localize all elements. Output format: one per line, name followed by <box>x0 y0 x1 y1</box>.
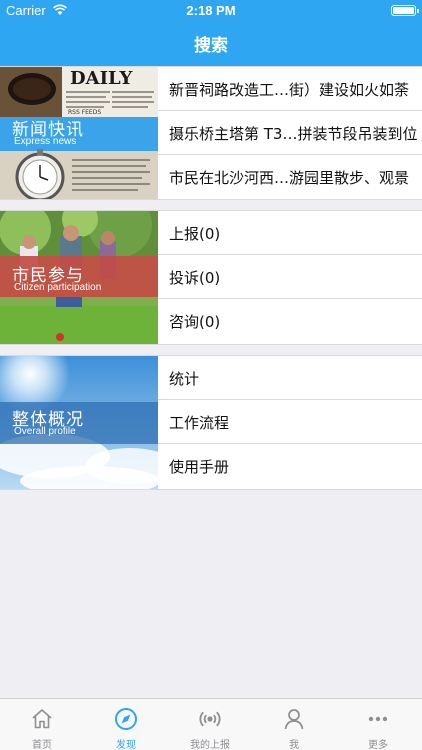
tab-more[interactable]: 更多 <box>336 699 420 750</box>
news-section-subtitle: Express news <box>14 136 77 147</box>
tab-my-reports[interactable]: 我的上报 <box>168 699 252 750</box>
navigation-header: Carrier 2:18 PM 搜索 <box>0 0 422 66</box>
tab-bar: 首页 发现 我的上报 我 更多 <box>0 698 422 750</box>
tab-home[interactable]: 首页 <box>0 699 84 750</box>
statistics-item-label: 统计 <box>169 370 200 388</box>
tab-my-reports-label: 我的上报 <box>190 740 230 750</box>
compass-icon <box>115 708 137 730</box>
report-item-label: 上报(0) <box>169 225 221 243</box>
complaint-item[interactable]: 投诉(0) <box>158 255 422 299</box>
overview-section: 整体概况 Overall profile 统计 工作流程 使用手册 <box>0 355 422 490</box>
overview-section-subtitle: Overall profile <box>14 426 76 437</box>
overview-image: 整体概况 Overall profile <box>0 356 158 489</box>
page-title: 搜索 <box>194 36 228 56</box>
svg-text:DAILY: DAILY <box>70 68 134 89</box>
workflow-item-label: 工作流程 <box>169 414 230 432</box>
tab-home-label: 首页 <box>32 740 52 750</box>
clock-label: 2:18 PM <box>186 3 236 18</box>
consult-item-label: 咨询(0) <box>169 313 221 331</box>
report-item[interactable]: 上报(0) <box>158 211 422 255</box>
citizen-section: 市民参与 Citizen participation 上报(0) 投诉(0) 咨… <box>0 210 422 345</box>
news-item[interactable]: 摄乐桥主塔第 T3…拼装节段吊装到位 <box>158 111 422 155</box>
tab-discover-label: 发现 <box>116 740 136 750</box>
citizen-banner: 市民参与 Citizen participation <box>0 260 158 298</box>
tab-me-label: 我 <box>289 740 299 750</box>
overview-banner: 整体概况 Overall profile <box>0 404 158 442</box>
broadcast-icon <box>199 711 221 727</box>
more-icon <box>368 716 388 722</box>
person-icon <box>284 709 304 730</box>
consult-item[interactable]: 咨询(0) <box>158 299 422 343</box>
news-banner: 新闻快讯 Express news <box>0 114 158 152</box>
manual-item[interactable]: 使用手册 <box>158 444 422 488</box>
news-section: DAILY RSS FEEDS 新闻快讯 Express news 新晋祠路改造… <box>0 66 422 200</box>
tab-more-label: 更多 <box>368 740 388 750</box>
citizen-image: 市民参与 Citizen participation <box>0 211 158 344</box>
statistics-item[interactable]: 统计 <box>158 356 422 400</box>
news-item-label: 摄乐桥主塔第 T3…拼装节段吊装到位 <box>169 125 418 143</box>
citizen-section-subtitle: Citizen participation <box>14 282 102 293</box>
battery-icon <box>391 5 419 16</box>
manual-item-label: 使用手册 <box>169 458 230 476</box>
news-item-label: 新晋祠路改造工…街）建设如火如荼 <box>169 81 410 99</box>
news-item[interactable]: 市民在北沙河西…游园里散步、观景 <box>158 155 422 199</box>
home-icon <box>32 709 52 729</box>
tab-discover[interactable]: 发现 <box>84 699 168 750</box>
news-item-label: 市民在北沙河西…游园里散步、观景 <box>169 169 410 187</box>
status-bar: Carrier 2:18 PM <box>0 0 422 22</box>
complaint-item-label: 投诉(0) <box>169 269 221 287</box>
tab-me[interactable]: 我 <box>252 699 336 750</box>
news-item[interactable]: 新晋祠路改造工…街）建设如火如荼 <box>158 67 422 111</box>
workflow-item[interactable]: 工作流程 <box>158 400 422 444</box>
news-image: DAILY RSS FEEDS 新闻快讯 Express news <box>0 67 158 199</box>
